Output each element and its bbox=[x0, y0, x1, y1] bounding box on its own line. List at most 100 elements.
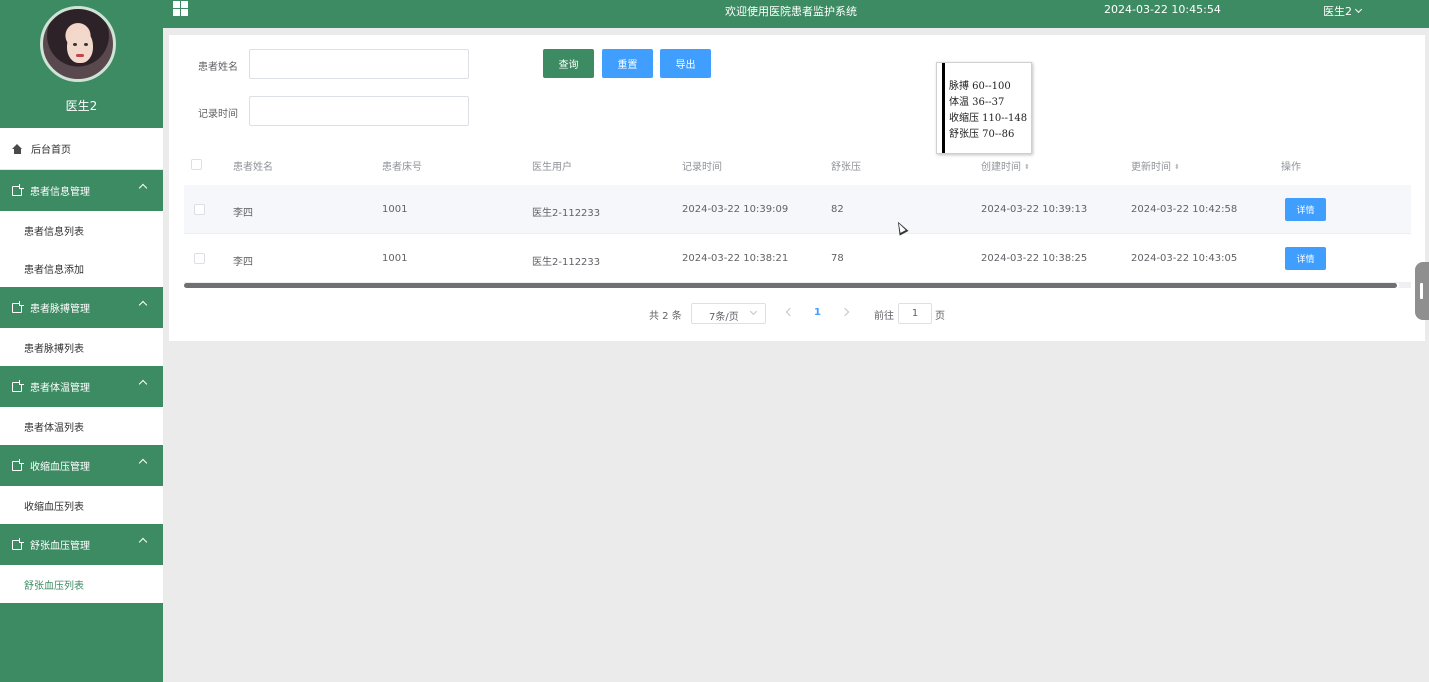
sidebar: 医生2 后台首页 患者信息管理 患者信息列表 患者信息添加 患者脉搏管理 患者脉… bbox=[0, 0, 163, 682]
menu-group-systolic[interactable]: 收缩血压管理 bbox=[0, 445, 163, 486]
current-datetime: 2024-03-22 10:45:54 bbox=[1104, 3, 1221, 16]
page-size-value: 7条/页 bbox=[709, 312, 739, 323]
goto-label: 前往 bbox=[874, 311, 894, 322]
record-time-label: 记录时间 bbox=[198, 109, 238, 120]
system-title: 欢迎使用医院患者监护系统 bbox=[725, 5, 857, 18]
scrollbar-track bbox=[1399, 283, 1411, 288]
prev-page-icon[interactable] bbox=[785, 307, 795, 317]
chevron-down-icon bbox=[1354, 5, 1363, 14]
tooltip-line: 收缩压 110--148 bbox=[949, 113, 1028, 124]
user-name: 医生2 bbox=[1323, 5, 1352, 18]
sidebar-item-temperature-list[interactable]: 患者体温列表 bbox=[0, 407, 163, 445]
cell-doctor: 医生2-112233 bbox=[532, 257, 601, 268]
cell-diastolic: 82 bbox=[831, 204, 844, 215]
reset-button[interactable]: 重置 bbox=[602, 49, 653, 78]
top-header: 欢迎使用医院患者监护系统 2024-03-22 10:45:54 医生2 bbox=[163, 0, 1429, 28]
main-panel: 患者姓名 记录时间 查询 重置 导出 患者姓名 患者床号 医生用户 记录时间 舒… bbox=[169, 35, 1425, 341]
sort-icon[interactable]: ⬍ bbox=[1024, 163, 1030, 171]
column-header-sortable[interactable]: 创建时间 ⬍ bbox=[981, 158, 1030, 173]
profile-area: 医生2 bbox=[0, 0, 163, 128]
edit-doc-icon bbox=[12, 183, 24, 196]
chevron-up-icon bbox=[138, 183, 148, 193]
edit-doc-icon bbox=[12, 537, 24, 550]
sidebar-item-diastolic-list[interactable]: 舒张血压列表 bbox=[0, 565, 163, 603]
sidebar-item-home[interactable]: 后台首页 bbox=[0, 128, 163, 170]
sidebar-item-label: 后台首页 bbox=[31, 145, 71, 156]
query-button[interactable]: 查询 bbox=[543, 49, 594, 78]
cell-updated-time: 2024-03-22 10:43:05 bbox=[1131, 253, 1238, 264]
column-header: 记录时间 bbox=[682, 162, 722, 173]
patient-name-input[interactable] bbox=[249, 49, 469, 79]
export-button[interactable]: 导出 bbox=[660, 49, 711, 78]
edit-doc-icon bbox=[12, 458, 24, 471]
profile-name: 医生2 bbox=[65, 99, 98, 113]
sidebar-item-patient-info-add[interactable]: 患者信息添加 bbox=[0, 249, 163, 287]
horizontal-scrollbar[interactable] bbox=[184, 283, 1397, 288]
patient-name-label: 患者姓名 bbox=[198, 62, 238, 73]
grid-menu-icon[interactable] bbox=[173, 1, 188, 16]
menu-group-pulse[interactable]: 患者脉搏管理 bbox=[0, 287, 163, 328]
column-header-label: 创建时间 bbox=[981, 162, 1021, 173]
pagination-total: 共 2 条 bbox=[649, 311, 682, 322]
page-suffix-label: 页 bbox=[935, 311, 945, 322]
cell-updated-time: 2024-03-22 10:42:58 bbox=[1131, 204, 1238, 215]
page-number-current[interactable]: 1 bbox=[814, 307, 821, 318]
table-header: 患者姓名 患者床号 医生用户 记录时间 舒张压 创建时间 ⬍ 更新时间 ⬍ 操作 bbox=[184, 147, 1411, 185]
cell-record-time: 2024-03-22 10:38:21 bbox=[682, 253, 789, 264]
select-all-checkbox[interactable] bbox=[191, 159, 202, 170]
cell-bed-number: 1001 bbox=[382, 253, 408, 264]
page-size-select[interactable]: 7条/页 bbox=[691, 303, 766, 324]
cell-diastolic: 78 bbox=[831, 253, 844, 264]
column-header: 患者姓名 bbox=[233, 162, 273, 173]
cell-patient-name: 李四 bbox=[233, 257, 253, 268]
menu-group-label: 患者脉搏管理 bbox=[30, 304, 90, 315]
cell-created-time: 2024-03-22 10:39:13 bbox=[981, 204, 1088, 215]
chevron-down-icon bbox=[749, 307, 758, 316]
cell-created-time: 2024-03-22 10:38:25 bbox=[981, 253, 1088, 264]
column-header: 医生用户 bbox=[532, 162, 572, 173]
menu-group-temperature[interactable]: 患者体温管理 bbox=[0, 366, 163, 407]
reference-range-tooltip: 脉搏 60--100 体温 36--37 收缩压 110--148 舒张压 70… bbox=[936, 62, 1032, 154]
chevron-up-icon bbox=[138, 458, 148, 468]
record-time-input[interactable] bbox=[249, 96, 469, 126]
chevron-up-icon bbox=[138, 537, 148, 547]
tooltip-line: 体温 36--37 bbox=[949, 97, 1005, 108]
detail-button[interactable]: 详情 bbox=[1285, 198, 1326, 221]
edit-doc-icon bbox=[12, 379, 24, 392]
cell-doctor: 医生2-112233 bbox=[532, 208, 601, 219]
row-checkbox[interactable] bbox=[194, 253, 205, 264]
table-row: 李四 1001 医生2-112233 2024-03-22 10:38:21 7… bbox=[184, 234, 1411, 283]
chevron-up-icon bbox=[138, 300, 148, 310]
column-header: 操作 bbox=[1281, 162, 1301, 173]
sidebar-item-pulse-list[interactable]: 患者脉搏列表 bbox=[0, 328, 163, 366]
avatar[interactable] bbox=[40, 6, 116, 82]
user-dropdown[interactable]: 医生2 bbox=[1323, 3, 1363, 19]
next-page-icon[interactable] bbox=[840, 307, 850, 317]
menu-group-label: 患者信息管理 bbox=[30, 187, 90, 198]
cell-record-time: 2024-03-22 10:39:09 bbox=[682, 204, 789, 215]
sort-icon[interactable]: ⬍ bbox=[1174, 163, 1180, 171]
sidebar-item-patient-info-list[interactable]: 患者信息列表 bbox=[0, 211, 163, 249]
side-drawer-handle[interactable] bbox=[1415, 262, 1429, 320]
menu-group-diastolic[interactable]: 舒张血压管理 bbox=[0, 524, 163, 565]
tooltip-line: 舒张压 70--86 bbox=[949, 129, 1015, 140]
menu-group-label: 患者体温管理 bbox=[30, 383, 90, 394]
menu-group-label: 收缩血压管理 bbox=[30, 462, 90, 473]
table-row: 李四 1001 医生2-112233 2024-03-22 10:39:09 8… bbox=[184, 185, 1411, 234]
column-header: 舒张压 bbox=[831, 162, 861, 173]
column-header-sortable[interactable]: 更新时间 ⬍ bbox=[1131, 158, 1180, 173]
sidebar-item-systolic-list[interactable]: 收缩血压列表 bbox=[0, 486, 163, 524]
menu-group-patient-info[interactable]: 患者信息管理 bbox=[0, 170, 163, 211]
cell-bed-number: 1001 bbox=[382, 204, 408, 215]
detail-button[interactable]: 详情 bbox=[1285, 247, 1326, 270]
cell-patient-name: 李四 bbox=[233, 208, 253, 219]
row-checkbox[interactable] bbox=[194, 204, 205, 215]
chevron-up-icon bbox=[138, 379, 148, 389]
goto-page-input[interactable]: 1 bbox=[898, 303, 932, 324]
column-header: 患者床号 bbox=[382, 162, 422, 173]
menu-group-label: 舒张血压管理 bbox=[30, 541, 90, 552]
tooltip-line: 脉搏 60--100 bbox=[949, 81, 1011, 92]
home-icon bbox=[12, 143, 23, 154]
column-header-label: 更新时间 bbox=[1131, 162, 1171, 173]
edit-doc-icon bbox=[12, 300, 24, 313]
